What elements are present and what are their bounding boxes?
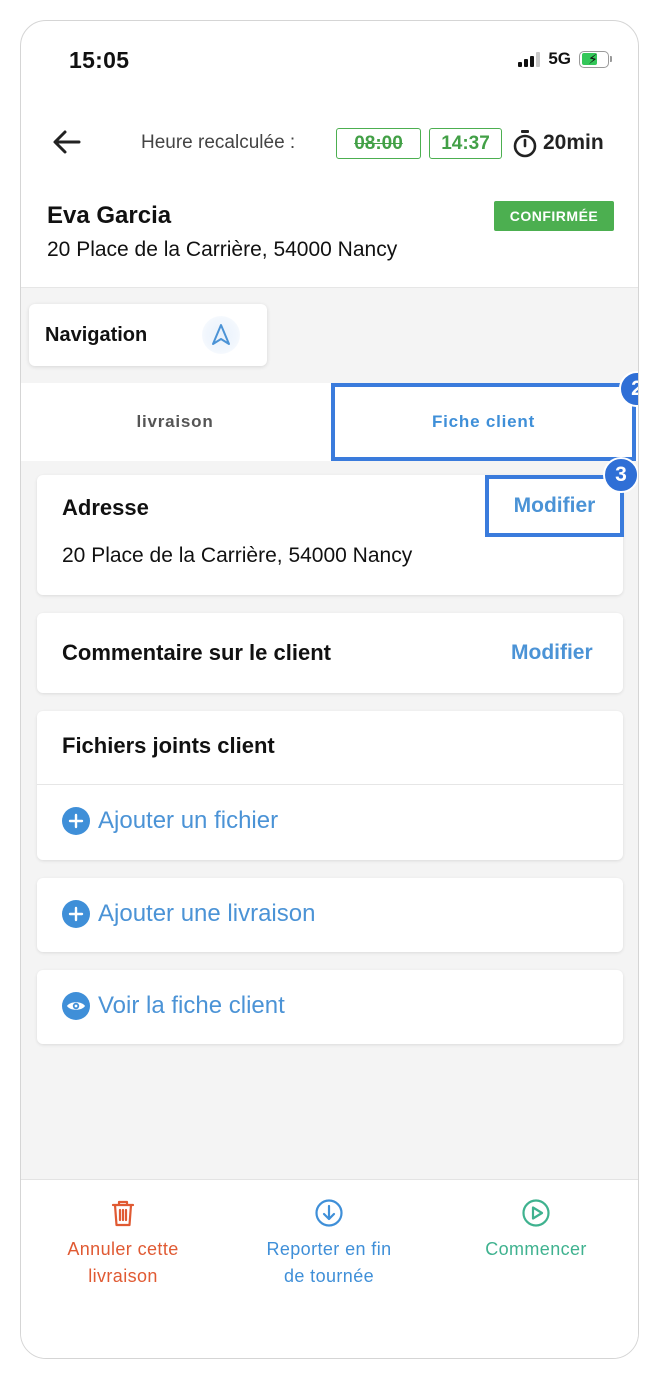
plus-circle-icon [62,900,90,928]
phone-frame: 15:05 5G ⚡ Heure recalculée : 08:00 14:3… [20,20,639,1359]
stopwatch-icon [513,130,537,158]
status-time: 15:05 [69,47,130,73]
navigation-label: Navigation [45,323,148,346]
eye-icon [62,992,90,1020]
add-file-button[interactable]: Ajouter un fichier [62,807,278,835]
add-delivery-label: Ajouter une livraison [98,900,316,927]
attachments-title: Fichiers joints client [62,733,275,758]
navigation-arrow-icon [202,316,240,354]
postpone-delivery-label: Reporter en fin de tournée [266,1239,392,1286]
status-indicators: 5G ⚡ [518,49,612,69]
address-title: Adresse [62,495,149,520]
navigation-button[interactable]: Navigation [29,304,267,366]
signal-icon [518,51,541,67]
address-modify-button[interactable]: Modifier [485,475,624,537]
arrow-left-icon[interactable] [49,124,85,160]
recalculated-time-label: Heure recalculée : [141,132,296,153]
cancel-delivery-label: Annuler cette livraison [67,1239,179,1286]
customer-name: Eva Garcia [47,202,172,229]
original-time: 08:00 [336,128,421,159]
start-delivery-label: Commencer [485,1239,587,1259]
tab-livraison[interactable]: livraison [21,383,329,461]
network-type: 5G [548,49,571,68]
trash-icon [111,1200,135,1227]
arrow-down-circle-icon [315,1199,343,1227]
start-delivery-button[interactable]: Commencer [441,1198,631,1263]
comment-card: Commentaire sur le client Modifier [37,613,623,693]
tab-bar: livraison Fiche client [21,383,638,461]
status-badge: CONFIRMÉE [494,201,614,231]
view-client-button[interactable]: Voir la fiche client [62,992,285,1020]
cancel-delivery-button[interactable]: Annuler cette livraison [28,1198,218,1290]
plus-circle-icon [62,807,90,835]
postpone-delivery-button[interactable]: Reporter en fin de tournée [234,1198,424,1290]
bottom-action-bar: Annuler cette livraison Reporter en fin … [21,1179,638,1358]
customer-address: 20 Place de la Carrière, 54000 Nancy [47,238,398,261]
tab-fiche-client[interactable]: Fiche client [331,383,636,461]
divider [37,784,623,785]
comment-modify-button[interactable]: Modifier [511,641,593,665]
step-badge-modify: 3 [603,457,638,493]
add-file-label: Ajouter un fichier [98,807,279,834]
add-delivery-card: Ajouter une livraison [37,878,623,952]
recalculated-time: 14:37 [429,128,502,159]
duration-value: 20min [543,131,604,154]
attachments-card: Fichiers joints client Ajouter un fichie… [37,711,623,860]
view-client-label: Voir la fiche client [98,992,285,1019]
address-value: 20 Place de la Carrière, 54000 Nancy [62,544,413,567]
comment-title: Commentaire sur le client [62,640,331,665]
address-card: Adresse 20 Place de la Carrière, 54000 N… [37,475,624,595]
play-circle-icon [522,1199,550,1227]
battery-icon: ⚡ [579,50,612,68]
add-delivery-button[interactable]: Ajouter une livraison [62,900,315,928]
view-client-card: Voir la fiche client [37,970,623,1044]
